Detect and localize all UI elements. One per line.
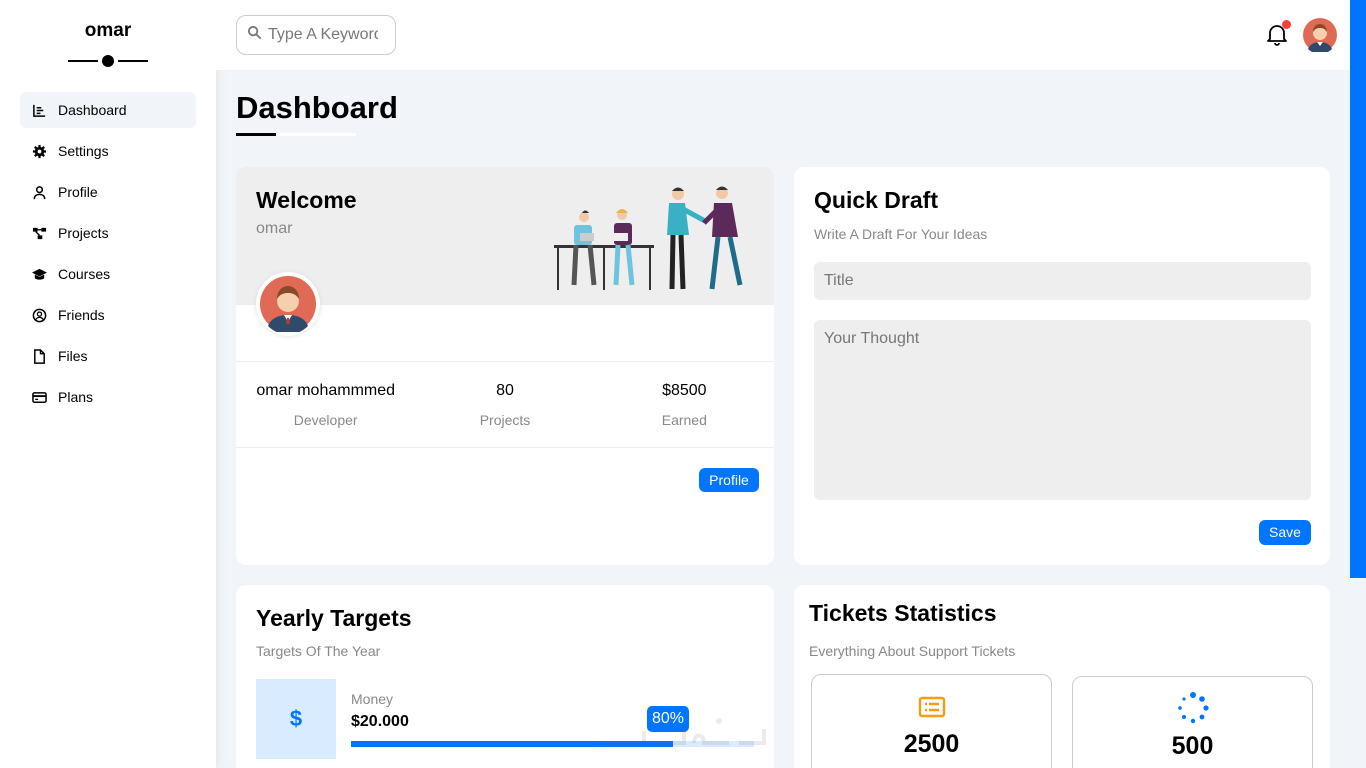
targets-title: Yearly Targets — [256, 605, 412, 631]
welcome-banner: Welcome omar — [236, 167, 774, 305]
sidebar-item-label: Friends — [58, 307, 105, 323]
dollar-icon: $ — [256, 679, 336, 759]
profile-avatar — [256, 272, 320, 336]
sidebar-item-files[interactable]: Files — [20, 338, 196, 374]
tickets-title: Tickets Statistics — [809, 600, 997, 626]
tickets-subtitle: Everything About Support Tickets — [809, 643, 1016, 659]
sidebar-item-profile[interactable]: Profile — [20, 174, 196, 210]
sidebar-item-label: Settings — [58, 143, 109, 159]
sidebar-item-label: Plans — [58, 389, 94, 405]
pending-count: 500 — [1171, 732, 1214, 760]
stat-projects: 80 Projects — [415, 362, 594, 447]
credit-card-icon — [31, 389, 47, 405]
stat-label: Projects — [479, 412, 531, 428]
stat-earned: $8500 Earned — [595, 362, 774, 447]
profile-button[interactable]: Profile — [699, 468, 759, 492]
stat-label: Earned — [661, 412, 707, 428]
sidebar: omar Dashboard Settings Profile Projects… — [0, 0, 216, 768]
sidebar-nav: Dashboard Settings Profile Projects Cour… — [20, 92, 196, 420]
sidebar-item-label: Files — [58, 348, 88, 364]
watermark-logo — [604, 718, 766, 745]
spinner-icon — [1073, 691, 1312, 725]
team-illustration — [554, 186, 743, 290]
scrollbar-thumb[interactable] — [1350, 0, 1366, 578]
target-value: $20.000 — [351, 713, 409, 730]
sidebar-item-courses[interactable]: Courses — [20, 256, 196, 292]
target-label: Money — [351, 691, 394, 707]
welcome-card: Welcome omar omar mohammmed Developer 80… — [236, 167, 774, 565]
draft-title-input[interactable] — [814, 262, 1311, 300]
quick-draft-card: Quick Draft Write A Draft For Your Ideas… — [794, 167, 1330, 565]
stat-label: Developer — [293, 412, 358, 428]
notification-badge — [1282, 20, 1291, 29]
ticket-count: 2500 — [903, 730, 960, 758]
top-header — [216, 0, 1350, 70]
sidebar-item-label: Projects — [58, 225, 109, 241]
welcome-stats: omar mohammmed Developer 80 Projects $85… — [236, 361, 774, 448]
sidebar-item-label: Courses — [58, 266, 111, 282]
stat-name: omar mohammmed Developer — [236, 362, 415, 447]
user-icon — [31, 184, 47, 200]
file-icon — [31, 348, 47, 364]
search-icon — [247, 25, 262, 45]
draft-thought-textarea[interactable] — [814, 320, 1311, 500]
ticket-icon — [812, 695, 1051, 723]
pending-stat-box: 500 — [1072, 676, 1313, 768]
targets-subtitle: Targets Of The Year — [256, 643, 381, 659]
sidebar-item-projects[interactable]: Projects — [20, 215, 196, 251]
save-button[interactable]: Save — [1259, 520, 1311, 545]
search-input[interactable] — [268, 26, 378, 44]
sidebar-item-friends[interactable]: Friends — [20, 297, 196, 333]
sidebar-item-dashboard[interactable]: Dashboard — [20, 92, 196, 128]
brand-name: omar — [84, 20, 132, 41]
page-title: Dashboard — [236, 90, 398, 125]
chart-icon — [31, 102, 47, 118]
user-circle-icon — [31, 307, 47, 323]
graduation-cap-icon — [31, 266, 47, 282]
sidebar-item-plans[interactable]: Plans — [20, 379, 196, 415]
draft-subtitle: Write A Draft For Your Ideas — [814, 226, 988, 242]
draft-title: Quick Draft — [814, 187, 938, 213]
stat-value: $8500 — [662, 382, 707, 399]
diagram-icon — [31, 225, 47, 241]
sidebar-item-label: Profile — [58, 184, 98, 200]
stat-value: 80 — [496, 382, 514, 399]
sidebar-item-label: Dashboard — [58, 102, 127, 118]
notification-button[interactable] — [1266, 20, 1291, 46]
search-box[interactable] — [236, 15, 396, 55]
sidebar-item-settings[interactable]: Settings — [20, 133, 196, 169]
yearly-targets-card: Yearly Targets Targets Of The Year $ Mon… — [236, 585, 774, 768]
avatar[interactable] — [1303, 18, 1337, 52]
welcome-username: omar — [256, 220, 293, 237]
ticket-stat-box: 2500 — [811, 674, 1052, 768]
gear-icon — [31, 143, 47, 159]
tickets-statistics-card: Tickets Statistics Everything About Supp… — [794, 585, 1330, 768]
brand-decoration — [68, 55, 148, 67]
stat-value: omar mohammmed — [256, 382, 396, 399]
welcome-title: Welcome — [256, 187, 357, 213]
